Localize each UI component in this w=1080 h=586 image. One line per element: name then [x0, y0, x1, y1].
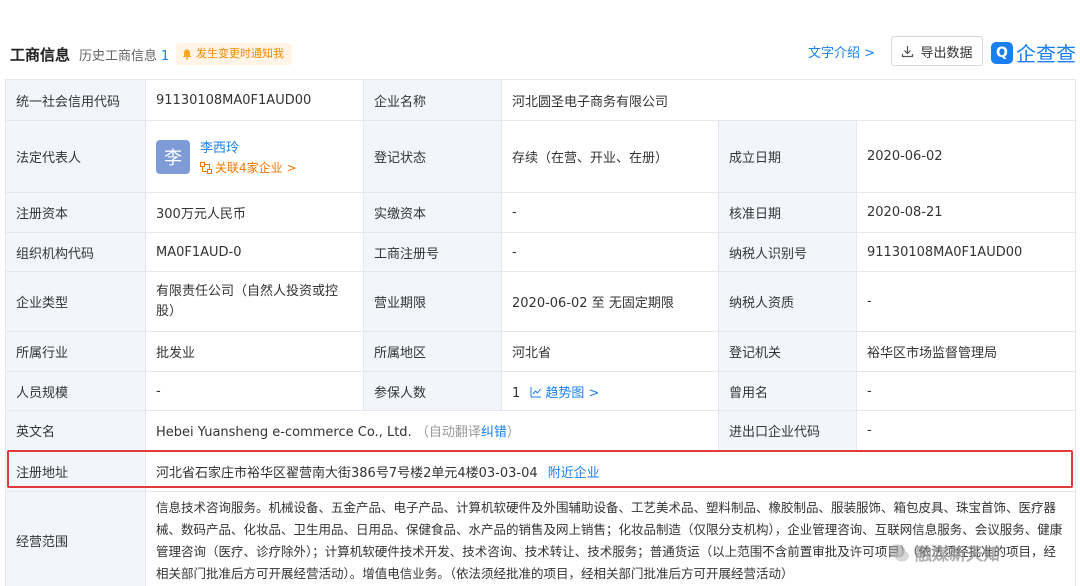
- english-name-value: Hebei Yuansheng e-commerce Co., Ltd.: [156, 425, 412, 440]
- download-icon: [902, 45, 914, 57]
- import-export-code-label: 进出口企业代码: [718, 410, 857, 451]
- company-name-value: 河北圆圣电子商务有限公司: [500, 79, 1077, 121]
- approval-date-label: 核准日期: [718, 192, 857, 233]
- history-info-count: 1: [161, 49, 170, 64]
- reg-address-value: 河北省石家庄市裕华区翟营南大街386号7号楼2单元4楼03-03-04: [156, 465, 538, 481]
- avatar[interactable]: 李: [156, 139, 190, 174]
- established-date-label: 成立日期: [718, 120, 857, 193]
- table-row: 注册资本 300万元人民币 实缴资本 - 核准日期 2020-08-21: [5, 192, 1077, 233]
- watermark: 融媒新天知: [888, 540, 1000, 565]
- org-code-value: MA0F1AUD-0: [145, 232, 364, 272]
- table-row: 人员规模 - 参保人数 1 趋势图 > 曾用名 -: [5, 371, 1077, 411]
- table-row: 注册地址 河北省石家庄市裕华区翟营南大街386号7号楼2单元4楼03-03-04…: [5, 450, 1077, 492]
- taxpayer-qual-value: -: [855, 271, 1077, 332]
- insured-trend-link[interactable]: 趋势图 >: [524, 386, 599, 401]
- text-intro-link[interactable]: 文字介绍 >: [808, 42, 875, 61]
- paid-capital-label: 实缴资本: [363, 192, 502, 233]
- bell-icon: [182, 49, 192, 60]
- biz-scope-label: 经营范围: [5, 491, 146, 586]
- legal-rep-label: 法定代表人: [5, 120, 146, 193]
- company-name-label: 企业名称: [363, 79, 502, 121]
- table-row: 法定代表人 李 李西玲 关联4家企业 > 登记状态 存续（在营、开业、在册） 成…: [5, 120, 1077, 193]
- reg-status-label: 登记状态: [363, 120, 502, 193]
- notify-label: 发生变更时通知我: [196, 47, 284, 60]
- export-data-label: 导出数据: [920, 45, 973, 61]
- history-info-label: 历史工商信息: [79, 49, 158, 64]
- table-row: 英文名 Hebei Yuansheng e-commerce Co., Ltd.…: [5, 410, 1077, 451]
- business-info-table: 统一社会信用代码 91130108MA0F1AUD00 企业名称 河北圆圣电子商…: [5, 79, 1077, 586]
- section-title: 工商信息: [10, 46, 71, 64]
- former-name-value: -: [855, 371, 1077, 411]
- import-export-code-value: -: [855, 410, 1077, 451]
- insured-value: 1: [512, 385, 521, 401]
- company-type-value: 有限责任公司（自然人投资或控股）: [145, 271, 364, 332]
- logo-text: 企查查: [1016, 42, 1076, 66]
- reg-capital-label: 注册资本: [5, 192, 146, 233]
- trend-chart-icon: [530, 386, 542, 397]
- credit-code-label: 统一社会信用代码: [5, 79, 146, 121]
- table-row: 企业类型 有限责任公司（自然人投资或控股） 营业期限 2020-06-02 至 …: [5, 271, 1077, 332]
- biz-scope-value: 信息技术咨询服务。机械设备、五金产品、电子产品、计算机软硬件及外围辅助设备、工艺…: [144, 491, 1077, 586]
- correct-translation-link[interactable]: 纠错: [481, 425, 507, 440]
- insured-cell: 1 趋势图 >: [501, 371, 719, 411]
- biz-reg-no-label: 工商注册号: [363, 232, 502, 272]
- former-name-label: 曾用名: [718, 371, 857, 411]
- reg-authority-label: 登记机关: [718, 331, 857, 372]
- export-data-button[interactable]: 导出数据: [891, 36, 983, 66]
- nearby-companies-link[interactable]: 附近企业: [548, 466, 600, 481]
- related-companies-link[interactable]: 关联4家企业 >: [200, 159, 297, 176]
- reg-address-label: 注册地址: [5, 450, 146, 492]
- legal-rep-name-link[interactable]: 李西玲: [200, 137, 297, 156]
- qichacha-logo: Q 企查查: [991, 38, 1076, 67]
- biz-term-value: 2020-06-02 至 无固定期限: [501, 271, 719, 332]
- biz-term-label: 营业期限: [363, 271, 502, 332]
- watermark-text: 融媒新天知: [915, 545, 1000, 565]
- taxpayer-id-value: 91130108MA0F1AUD00: [855, 232, 1077, 272]
- reg-address-cell: 河北省石家庄市裕华区翟营南大街386号7号楼2单元4楼03-03-04 附近企业: [144, 450, 1077, 492]
- legal-rep-cell: 李 李西玲 关联4家企业 >: [145, 120, 364, 193]
- industry-value: 批发业: [145, 331, 364, 372]
- region-label: 所属地区: [363, 331, 502, 372]
- section-header: 工商信息 历史工商信息 1 发生变更时通知我 文字介绍 > 导出数据 Q 企查查: [0, 0, 1080, 80]
- network-icon: [200, 161, 212, 174]
- company-type-label: 企业类型: [5, 271, 146, 332]
- credit-code-value: 91130108MA0F1AUD00: [145, 79, 364, 121]
- table-row: 经营范围 信息技术咨询服务。机械设备、五金产品、电子产品、计算机软硬件及外围辅助…: [5, 491, 1077, 586]
- approval-date-value: 2020-08-21: [855, 192, 1077, 233]
- industry-label: 所属行业: [5, 331, 146, 372]
- reg-capital-value: 300万元人民币: [145, 192, 364, 233]
- table-row: 所属行业 批发业 所属地区 河北省 登记机关 裕华区市场监督管理局: [5, 331, 1077, 372]
- table-row: 统一社会信用代码 91130108MA0F1AUD00 企业名称 河北圆圣电子商…: [5, 79, 1077, 121]
- reg-authority-value: 裕华区市场监督管理局: [855, 331, 1077, 372]
- staff-size-label: 人员规模: [5, 371, 146, 411]
- org-code-label: 组织机构代码: [5, 232, 146, 272]
- taxpayer-id-label: 纳税人识别号: [718, 232, 857, 272]
- established-date-value: 2020-06-02: [855, 120, 1077, 193]
- english-name-label: 英文名: [5, 410, 146, 451]
- taxpayer-qual-label: 纳税人资质: [718, 271, 857, 332]
- english-name-cell: Hebei Yuansheng e-commerce Co., Ltd. （自动…: [145, 410, 719, 451]
- history-info-tab[interactable]: 历史工商信息 1: [79, 45, 169, 64]
- staff-size-value: -: [145, 371, 364, 411]
- reg-status-value: 存续（在营、开业、在册）: [501, 120, 719, 193]
- wechat-icon: [889, 544, 909, 561]
- related-companies-label: 关联4家企业 >: [215, 161, 297, 175]
- notify-on-change-button[interactable]: 发生变更时通知我: [176, 43, 292, 65]
- insured-trend-label: 趋势图 >: [545, 385, 600, 401]
- auto-translate-note: （自动翻译: [415, 425, 481, 440]
- insured-label: 参保人数: [363, 371, 502, 411]
- table-row: 组织机构代码 MA0F1AUD-0 工商注册号 - 纳税人识别号 9113010…: [5, 232, 1077, 272]
- biz-reg-no-value: -: [501, 232, 719, 272]
- region-value: 河北省: [501, 331, 719, 372]
- paid-capital-value: -: [501, 192, 719, 233]
- logo-mark-icon: Q: [991, 41, 1013, 64]
- auto-translate-note-close: ）: [506, 425, 520, 440]
